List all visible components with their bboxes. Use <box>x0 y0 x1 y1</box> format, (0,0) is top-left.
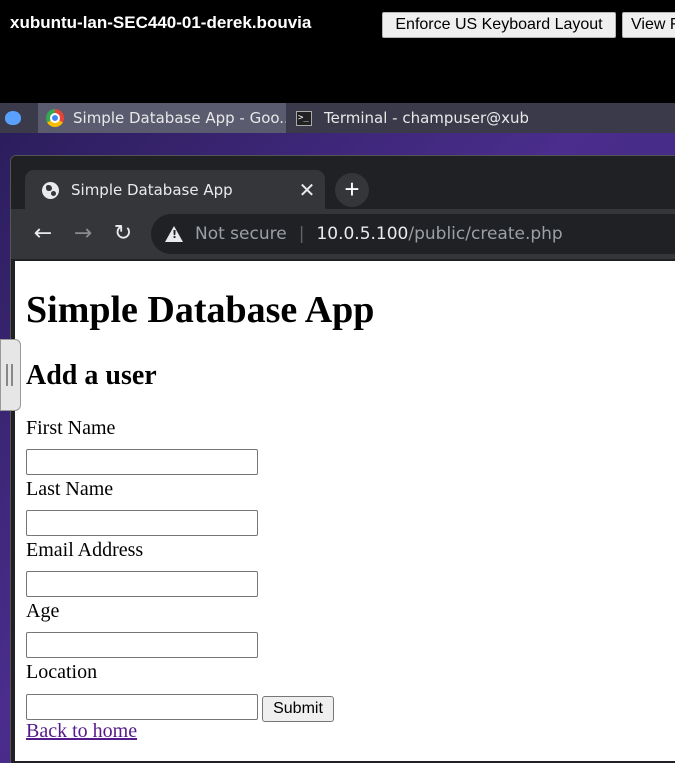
browser-toolbar: ← → ↻ Not secure | 10.0.5.100/public/cre… <box>11 209 675 259</box>
chrome-icon <box>46 109 64 127</box>
enforce-keyboard-button[interactable]: Enforce US Keyboard Layout <box>382 12 616 38</box>
url-host[interactable]: 10.0.5.100 <box>316 224 408 244</box>
forward-arrow-icon[interactable]: → <box>67 218 99 250</box>
vm-name: xubuntu-lan-SEC440-01-derek.bouvia <box>10 13 312 32</box>
last-name-field[interactable] <box>26 510 258 536</box>
taskbar-item-terminal[interactable]: >_ Terminal - champuser@xub... <box>288 103 528 133</box>
terminal-icon: >_ <box>296 110 312 126</box>
globe-icon <box>42 181 59 199</box>
address-bar[interactable]: Not secure | 10.0.5.100/public/create.ph… <box>151 214 675 254</box>
grip-icon <box>6 364 13 386</box>
not-secure-label[interactable]: Not secure <box>195 224 287 244</box>
tab-title: Simple Database App <box>71 181 233 199</box>
location-label: Location <box>26 661 98 683</box>
mouse-icon <box>5 111 21 125</box>
tab-simple-database-app[interactable]: Simple Database App ✕ <box>25 170 325 210</box>
close-icon[interactable]: ✕ <box>295 178 319 202</box>
back-to-home-link[interactable]: Back to home <box>26 720 137 743</box>
taskbar-item-label: Terminal - champuser@xub... <box>324 109 528 127</box>
location-field[interactable] <box>26 694 258 720</box>
url-path[interactable]: /public/create.php <box>408 224 562 244</box>
new-tab-button[interactable]: + <box>335 173 369 207</box>
page-content: Simple Database App Add a user First Nam… <box>15 261 675 761</box>
first-name-field[interactable] <box>26 449 258 475</box>
email-label: Email Address <box>26 539 144 561</box>
email-field[interactable] <box>26 571 258 597</box>
page-subtitle: Add a user <box>26 360 157 391</box>
last-name-label: Last Name <box>26 478 114 500</box>
taskbar-item-label: Simple Database App - Goo... <box>73 109 286 127</box>
tab-strip: Simple Database App ✕ + <box>11 156 675 210</box>
browser-window: Simple Database App ✕ + ← → ↻ Not secure… <box>10 155 675 763</box>
back-arrow-icon[interactable]: ← <box>27 218 59 250</box>
submit-button[interactable]: Submit <box>262 696 334 722</box>
side-panel-handle[interactable] <box>0 339 21 411</box>
page-title: Simple Database App <box>26 289 375 331</box>
warning-icon[interactable] <box>165 226 183 242</box>
whisker-menu-button[interactable] <box>0 103 26 133</box>
view-fullscreen-button[interactable]: View Fullscreen <box>622 12 675 38</box>
age-field[interactable] <box>26 632 258 658</box>
taskbar: Simple Database App - Goo... >_ Terminal… <box>0 103 675 133</box>
first-name-label: First Name <box>26 417 116 439</box>
url-separator: | <box>298 224 305 244</box>
desktop: Simple Database App - Goo... >_ Terminal… <box>0 103 675 763</box>
taskbar-item-chrome[interactable]: Simple Database App - Goo... <box>38 103 286 133</box>
remote-console-bar: xubuntu-lan-SEC440-01-derek.bouvia Enfor… <box>0 0 675 103</box>
reload-icon[interactable]: ↻ <box>107 218 139 250</box>
age-label: Age <box>26 600 60 622</box>
